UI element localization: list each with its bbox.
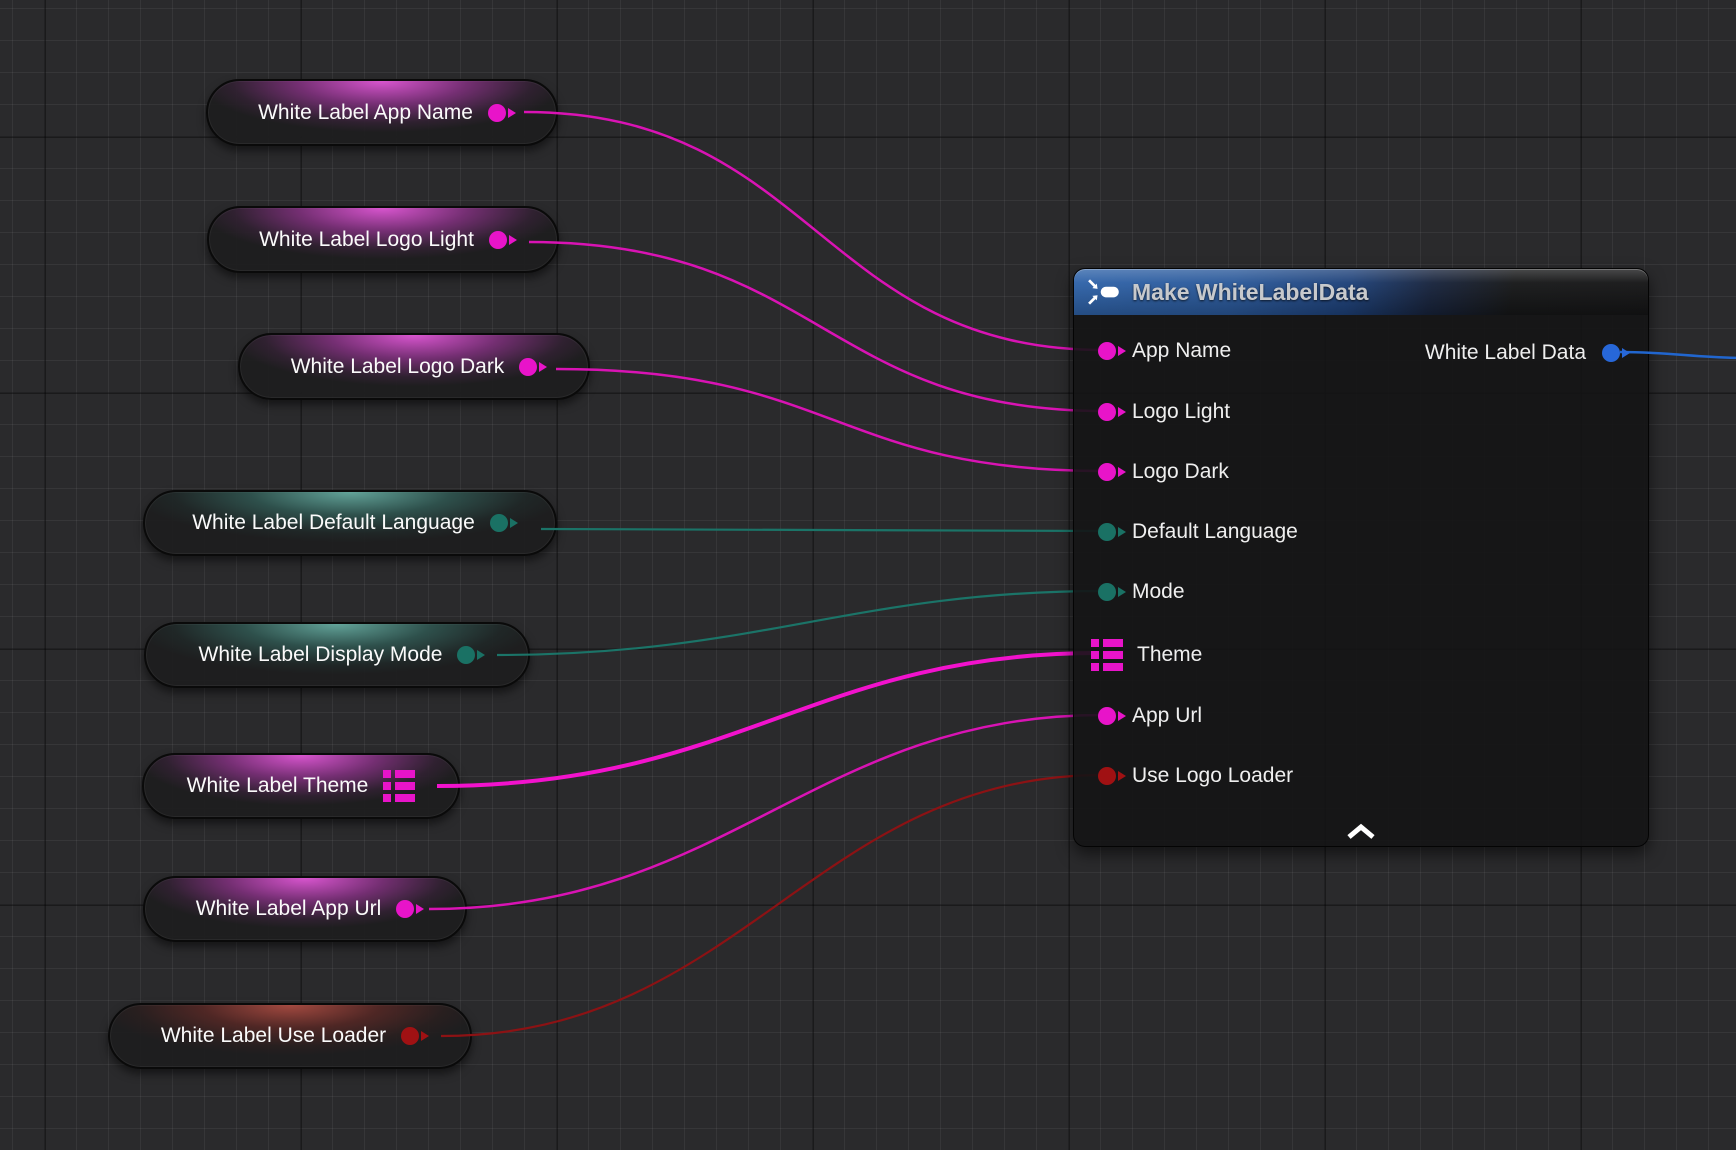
wire-logo-light[interactable] [529, 242, 1104, 411]
input-row-default-language: Default Language [1098, 517, 1298, 547]
variable-label: White Label Default Language [192, 511, 475, 535]
pin-label: White Label Data [1425, 341, 1586, 365]
wire-app-url[interactable] [429, 715, 1104, 909]
pin-label: App Name [1132, 339, 1231, 363]
collapse-node-button[interactable] [1339, 818, 1383, 844]
input-row-mode: Mode [1098, 577, 1185, 607]
input-pin-string[interactable] [1098, 463, 1116, 481]
output-pin-string[interactable] [396, 900, 414, 918]
map-container-pin-icon[interactable] [383, 770, 415, 802]
input-row-use-logo-loader: Use Logo Loader [1098, 761, 1293, 791]
input-pin-string[interactable] [1098, 342, 1116, 360]
node-title-bar[interactable]: Make WhiteLabelData [1074, 269, 1648, 315]
wire-use-loader[interactable] [441, 775, 1104, 1036]
node-get-white-label-logo-light[interactable]: White Label Logo Light [207, 206, 559, 273]
variable-label: White Label Logo Dark [291, 355, 505, 379]
node-get-white-label-display-mode[interactable]: White Label Display Mode [144, 622, 530, 688]
pin-label: Default Language [1132, 520, 1298, 544]
pin-label: App Url [1132, 704, 1202, 728]
pin-label: Logo Light [1132, 400, 1230, 424]
node-get-white-label-theme[interactable]: White Label Theme [142, 753, 460, 819]
output-row-white-label-data: White Label Data [1425, 338, 1620, 368]
wire-display-mode[interactable] [497, 591, 1104, 655]
input-pin-enum[interactable] [1098, 523, 1116, 541]
input-row-app-name: App Name [1098, 336, 1231, 366]
variable-label: White Label App Name [258, 101, 473, 125]
input-row-logo-dark: Logo Dark [1098, 457, 1229, 487]
input-pin-enum[interactable] [1098, 583, 1116, 601]
node-get-white-label-default-language[interactable]: White Label Default Language [143, 490, 557, 556]
node-get-white-label-app-name[interactable]: White Label App Name [206, 79, 558, 146]
node-get-white-label-logo-dark[interactable]: White Label Logo Dark [238, 333, 590, 400]
output-pin-string[interactable] [519, 358, 537, 376]
blueprint-graph-canvas[interactable]: White Label App Name White Label Logo Li… [0, 0, 1736, 1150]
output-pin-struct[interactable] [1602, 344, 1620, 362]
output-pin-enum[interactable] [457, 646, 475, 664]
chevron-up-icon [1346, 823, 1376, 840]
input-pin-bool[interactable] [1098, 767, 1116, 785]
input-pin-string[interactable] [1098, 403, 1116, 421]
wire-app-name[interactable] [524, 112, 1104, 350]
variable-label: White Label Use Loader [161, 1024, 386, 1048]
input-row-theme: Theme [1091, 638, 1202, 672]
output-pin-enum[interactable] [490, 514, 508, 532]
input-row-app-url: App Url [1098, 701, 1202, 731]
pin-label: Logo Dark [1132, 460, 1229, 484]
variable-label: White Label Logo Light [259, 228, 474, 252]
map-container-pin-icon[interactable] [1091, 639, 1123, 671]
pin-label: Theme [1137, 643, 1202, 667]
variable-label: White Label Display Mode [199, 643, 443, 667]
pin-label: Use Logo Loader [1132, 764, 1293, 788]
node-get-white-label-use-loader[interactable]: White Label Use Loader [108, 1003, 472, 1069]
wire-theme[interactable] [437, 653, 1098, 786]
output-pin-string[interactable] [489, 231, 507, 249]
input-pin-string[interactable] [1098, 707, 1116, 725]
node-make-whitelabeldata[interactable]: Make WhiteLabelData App Name Logo Light … [1073, 268, 1649, 847]
output-pin-bool[interactable] [401, 1027, 419, 1045]
variable-label: White Label App Url [196, 897, 382, 921]
node-get-white-label-app-url[interactable]: White Label App Url [143, 876, 467, 942]
node-title: Make WhiteLabelData [1132, 279, 1368, 306]
pin-label: Mode [1132, 580, 1185, 604]
variable-label: White Label Theme [187, 774, 369, 798]
input-row-logo-light: Logo Light [1098, 397, 1230, 427]
wire-logo-dark[interactable] [556, 369, 1104, 471]
wire-default-language[interactable] [541, 529, 1104, 531]
make-struct-icon [1088, 279, 1122, 305]
output-pin-string[interactable] [488, 104, 506, 122]
